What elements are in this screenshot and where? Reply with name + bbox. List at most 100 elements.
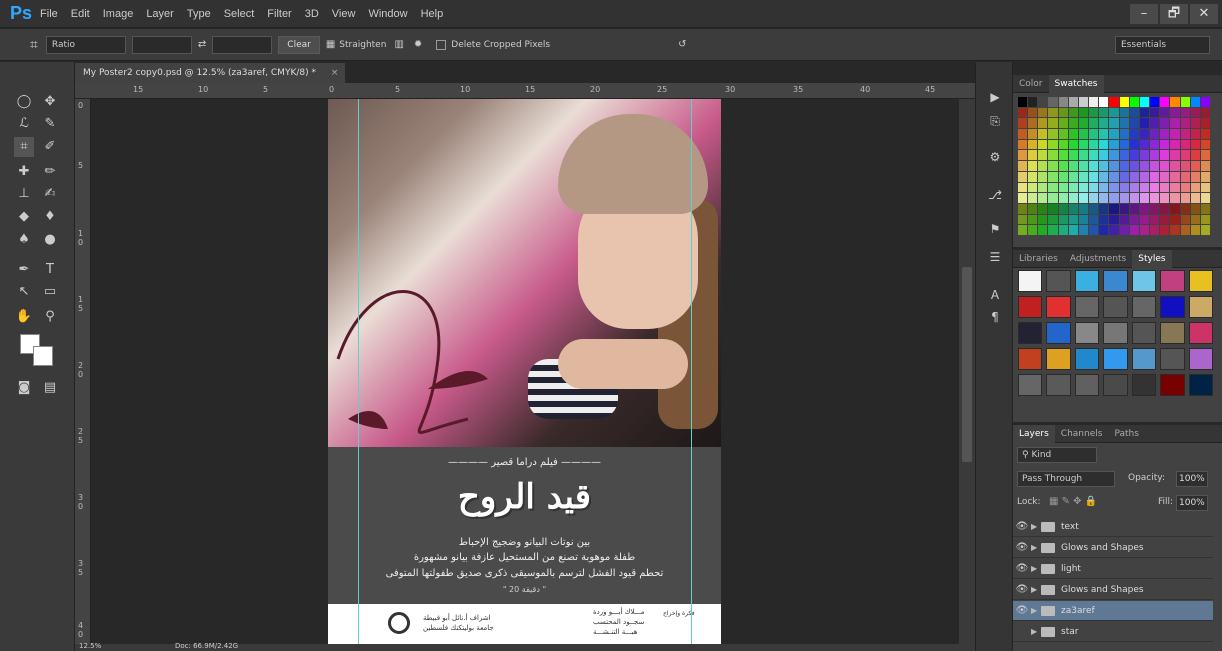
swatch[interactable] [1200, 118, 1210, 129]
swatch[interactable] [1058, 171, 1068, 182]
swatch[interactable] [1048, 139, 1058, 150]
swatch[interactable] [1048, 182, 1058, 193]
swatch[interactable] [1018, 118, 1028, 129]
swatch[interactable] [1058, 107, 1068, 118]
document-tab[interactable]: My Poster2 copy0.psd @ 12.5% (za3aref, C… [75, 63, 345, 83]
style-preset[interactable] [1103, 348, 1128, 370]
visibility-eye-icon[interactable]: 👁 [1013, 563, 1031, 574]
swatch[interactable] [1150, 161, 1160, 171]
menu-edit[interactable]: Edit [71, 8, 90, 20]
swatch[interactable] [1200, 225, 1210, 235]
swatch[interactable] [1048, 97, 1058, 107]
swatch[interactable] [1028, 214, 1038, 225]
swatch[interactable] [1170, 118, 1180, 129]
swatch[interactable] [1129, 225, 1139, 235]
shape-tool-icon[interactable]: ▭ [40, 282, 60, 302]
swatch[interactable] [1139, 129, 1150, 139]
swatch[interactable] [1018, 193, 1028, 203]
swatch[interactable] [1048, 203, 1058, 214]
swatch[interactable] [1018, 129, 1028, 139]
tab-layers[interactable]: Layers [1013, 424, 1055, 443]
swatch[interactable] [1160, 118, 1170, 129]
path-select-tool-icon[interactable]: ↖ [14, 282, 34, 302]
swatch[interactable] [1018, 97, 1028, 107]
document-close-icon[interactable]: × [331, 68, 339, 78]
swatch[interactable] [1180, 225, 1190, 235]
swatch[interactable] [1099, 139, 1109, 150]
style-preset[interactable] [1046, 322, 1071, 344]
swatch[interactable] [1129, 129, 1139, 139]
style-preset[interactable] [1188, 374, 1213, 396]
swatch[interactable] [1200, 150, 1210, 161]
swatch[interactable] [1160, 203, 1170, 214]
swatch[interactable] [1028, 193, 1038, 203]
style-preset[interactable] [1103, 374, 1128, 396]
swatch[interactable] [1160, 214, 1170, 225]
swatch[interactable] [1048, 129, 1058, 139]
swatch[interactable] [1150, 182, 1160, 193]
swatch[interactable] [1139, 118, 1150, 129]
style-preset[interactable] [1018, 270, 1043, 292]
background-color-swatch[interactable] [33, 346, 53, 366]
swatch[interactable] [1048, 107, 1058, 118]
swatch[interactable] [1068, 107, 1078, 118]
swatch[interactable] [1068, 193, 1078, 203]
swatch[interactable] [1170, 107, 1180, 118]
swatch[interactable] [1190, 182, 1200, 193]
swatch[interactable] [1099, 107, 1109, 118]
swatch[interactable] [1048, 118, 1058, 129]
swatch[interactable] [1160, 193, 1170, 203]
swatch[interactable] [1170, 150, 1180, 161]
swatch[interactable] [1129, 150, 1139, 161]
style-preset[interactable] [1188, 270, 1213, 292]
layer-row[interactable]: 👁 ▶ Glows and Shapes [1013, 580, 1213, 600]
swatch[interactable] [1089, 118, 1099, 129]
swatch[interactable] [1058, 161, 1068, 171]
swatch[interactable] [1109, 118, 1119, 129]
poster-canvas[interactable]: ———— فيلم دراما قصير ———— قيد الروح بين … [328, 99, 721, 644]
style-preset[interactable] [1046, 296, 1071, 318]
expand-arrow-icon[interactable]: ▶ [1031, 564, 1041, 573]
tab-adjustments[interactable]: Adjustments [1064, 250, 1132, 268]
swatch[interactable] [1109, 225, 1119, 235]
swatch[interactable] [1068, 129, 1078, 139]
swatch[interactable] [1048, 193, 1058, 203]
style-preset[interactable] [1074, 270, 1100, 292]
style-preset[interactable] [1160, 348, 1185, 370]
grid-overlay-icon[interactable]: ▥ [394, 39, 403, 50]
swatch[interactable] [1018, 182, 1028, 193]
scrollbar-thumb[interactable] [962, 267, 972, 462]
swatch[interactable] [1190, 161, 1200, 171]
visibility-eye-icon[interactable]: 👁 [1013, 605, 1031, 616]
visibility-eye-icon[interactable]: 👁 [1013, 521, 1031, 532]
history-icon[interactable]: ⎘ [986, 112, 1004, 130]
swatch[interactable] [1170, 161, 1180, 171]
swatch[interactable] [1099, 161, 1109, 171]
close-button[interactable]: ✕ [1190, 4, 1218, 24]
swatch[interactable] [1119, 203, 1129, 214]
swatch[interactable] [1048, 214, 1058, 225]
adjust-icon[interactable]: ☰ [986, 248, 1004, 266]
style-preset[interactable] [1046, 270, 1071, 292]
opacity-input[interactable]: 100% [1176, 471, 1208, 487]
ratio-height-input[interactable] [212, 35, 273, 54]
swatch[interactable] [1058, 182, 1068, 193]
swatch[interactable] [1099, 203, 1109, 214]
swatch[interactable] [1038, 161, 1048, 171]
paragraph-icon[interactable]: ¶ [986, 308, 1004, 326]
swatch[interactable] [1129, 193, 1139, 203]
swatch[interactable] [1160, 129, 1170, 139]
swatch[interactable] [1068, 182, 1078, 193]
swatch[interactable] [1068, 161, 1078, 171]
layer-filter-kind[interactable]: ⚲ Kind [1017, 447, 1097, 463]
tab-swatches[interactable]: Swatches [1048, 74, 1104, 93]
swatch[interactable] [1129, 171, 1139, 182]
styles-grid[interactable] [1018, 270, 1213, 396]
swatch[interactable] [1028, 161, 1038, 171]
guide-line-right[interactable] [691, 99, 692, 644]
swatch[interactable] [1119, 225, 1129, 235]
style-preset[interactable] [1018, 374, 1043, 396]
swatch[interactable] [1180, 203, 1190, 214]
swatch[interactable] [1078, 193, 1089, 203]
hand-tool-icon[interactable]: ✋ [14, 307, 34, 327]
